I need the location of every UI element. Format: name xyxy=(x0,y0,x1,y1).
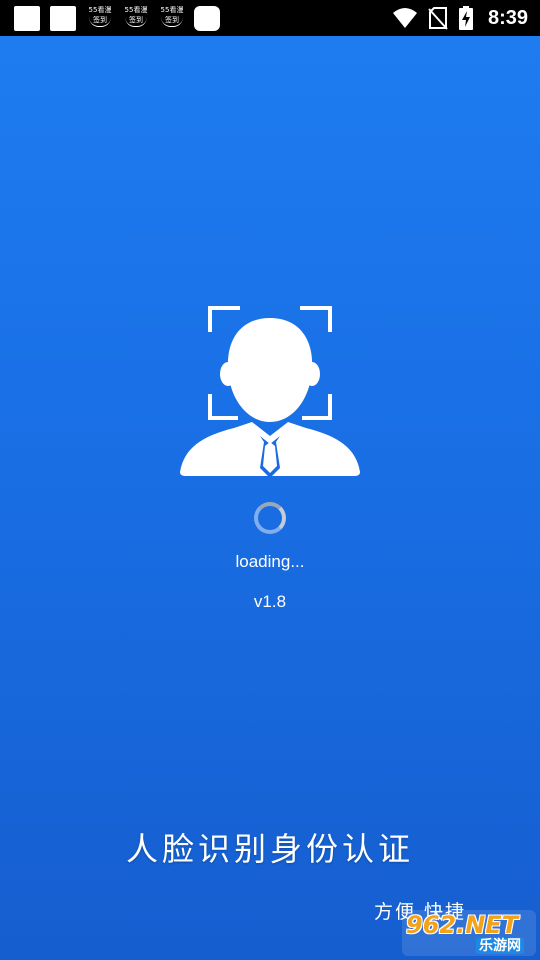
notification-square-icon xyxy=(50,6,76,31)
site-watermark: 962.NET 乐游网 xyxy=(402,910,536,956)
face-recognition-icon xyxy=(180,306,360,478)
status-clock: 8:39 xyxy=(487,7,528,29)
notification-app-name: 55看漫 xyxy=(124,6,148,14)
notification-app-caption: 签到 xyxy=(161,16,183,27)
loading-spinner-icon xyxy=(254,502,286,534)
loading-text: loading... xyxy=(235,552,305,571)
notification-app-name: 55看漫 xyxy=(88,6,112,14)
wifi-icon xyxy=(393,8,417,28)
notification-app-icon: 55看漫 签到 xyxy=(122,6,150,30)
status-bar: 55看漫 签到 55看漫 签到 55看漫 签到 8:39 xyxy=(0,0,540,36)
splash-screen: loading... v1.8 人脸识别身份认证 方便 快捷 962.NET 乐… xyxy=(0,36,540,960)
app-slogan: 人脸识别身份认证 xyxy=(125,830,414,868)
battery-charging-icon xyxy=(459,6,473,30)
version-label: v1.8 xyxy=(253,592,287,611)
notification-app-caption: 签到 xyxy=(125,16,147,27)
no-sim-icon xyxy=(428,7,448,30)
notification-rounded-square-icon xyxy=(194,6,220,31)
watermark-site-name: 乐游网 xyxy=(476,938,524,954)
watermark-logo-text: 962.NET xyxy=(406,911,519,939)
notification-app-name: 55看漫 xyxy=(160,6,184,14)
notification-app-icon: 55看漫 签到 xyxy=(158,6,186,30)
notification-square-icon xyxy=(14,6,40,31)
notification-app-caption: 签到 xyxy=(89,16,111,27)
notification-app-icon: 55看漫 签到 xyxy=(86,6,114,30)
